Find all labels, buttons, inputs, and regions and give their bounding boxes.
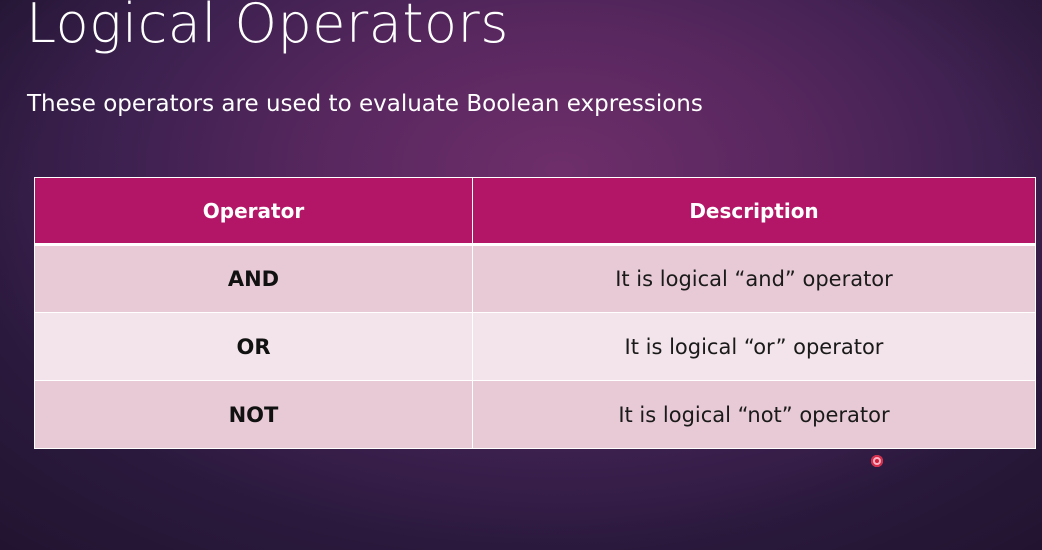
description-cell: It is logical “not” operator bbox=[472, 380, 1036, 449]
description-cell: It is logical “and” operator bbox=[472, 244, 1036, 313]
operator-cell: NOT bbox=[34, 380, 473, 449]
operators-table: Operator Description AND It is logical “… bbox=[34, 177, 1036, 449]
description-cell: It is logical “or” operator bbox=[472, 312, 1036, 381]
slide-title: Logical Operators bbox=[26, 0, 509, 55]
slide-subtitle: These operators are used to evaluate Boo… bbox=[27, 91, 703, 117]
pointer-cursor-icon bbox=[871, 455, 883, 467]
operator-cell: OR bbox=[34, 312, 473, 381]
column-header-description: Description bbox=[472, 177, 1036, 246]
table-row: AND It is logical “and” operator bbox=[34, 244, 1036, 313]
operator-cell: AND bbox=[34, 244, 473, 313]
table-row: NOT It is logical “not” operator bbox=[34, 380, 1036, 449]
column-header-operator: Operator bbox=[34, 177, 473, 246]
table-row: OR It is logical “or” operator bbox=[34, 312, 1036, 381]
table-header-row: Operator Description bbox=[34, 177, 1036, 246]
